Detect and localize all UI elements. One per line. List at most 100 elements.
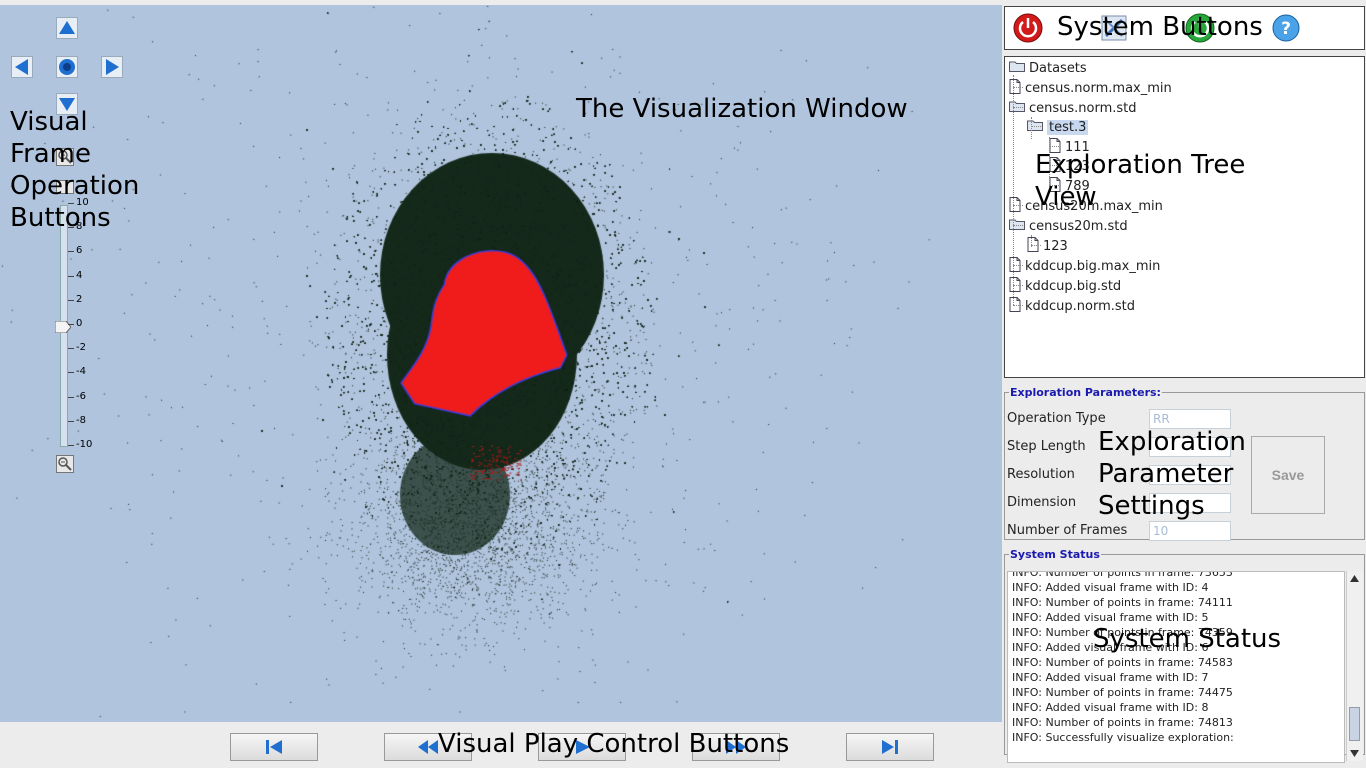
pan-down-button[interactable] [55, 92, 79, 116]
pan-right-button[interactable] [100, 55, 124, 79]
scroll-thumb[interactable] [1349, 707, 1360, 741]
save-button[interactable]: Save [1251, 436, 1325, 514]
exploration-tree[interactable]: Datasets census.norm.max_min census.norm.s… [1004, 56, 1365, 378]
tree-connector [1031, 126, 1041, 127]
tree-item-label: census.norm.max_min [1025, 80, 1172, 96]
help-icon: ? [1272, 14, 1300, 42]
scroll-up-icon[interactable] [1347, 572, 1362, 586]
tree-connector [1031, 117, 1032, 139]
tree-connector [1049, 146, 1059, 147]
tree-file[interactable]: census.norm.max_min [1009, 78, 1172, 98]
log-line: INFO: Number of points in frame: 74475 [1012, 686, 1233, 699]
tree-file[interactable]: kddcup.big.max_min [1009, 256, 1160, 276]
tree-item-label: census20m.std [1029, 218, 1128, 234]
zoom-tick-mark [68, 324, 74, 325]
param-field[interactable] [1149, 465, 1231, 485]
tree-connector [1049, 185, 1059, 186]
tree-file[interactable]: 789 [1049, 176, 1090, 196]
arrow-down-icon [56, 93, 78, 115]
status-scrollbar[interactable] [1346, 571, 1363, 761]
tree-file[interactable]: 111 [1049, 137, 1090, 157]
zoom-tick-label: -6 [76, 390, 86, 402]
power-icon [1013, 13, 1043, 43]
zoom-in-icon[interactable] [56, 148, 74, 166]
help-button[interactable]: ? [1271, 13, 1301, 43]
scatter-plot[interactable] [0, 5, 1002, 722]
log-line: INFO: Added visual frame with ID: 7 [1012, 671, 1209, 684]
zoom-toggle-icon[interactable] [56, 180, 74, 194]
zoom-tick-mark [68, 396, 74, 398]
tree-connector [1013, 305, 1023, 306]
tree-file[interactable]: 123 [1027, 236, 1068, 256]
tree-connector [1031, 245, 1041, 246]
visualization-window[interactable]: 10 8 6 4 2 0 -2 -4 -6 -8 -10 The Visualization Win… [0, 5, 1002, 722]
tree-connector [1013, 75, 1014, 305]
tree-folder[interactable]: census.norm.std [1009, 98, 1137, 118]
file-icon [1049, 156, 1061, 176]
tree-connector [1013, 285, 1023, 286]
tree-connector [1013, 107, 1023, 108]
zoom-tick-mark [68, 348, 74, 350]
play-button[interactable] [538, 733, 626, 761]
arrow-right-icon [101, 56, 123, 78]
file-icon [1027, 236, 1039, 256]
first-frame-button[interactable] [230, 733, 318, 761]
power-button[interactable] [1013, 13, 1043, 43]
param-field[interactable] [1149, 493, 1231, 513]
system-buttons-bar: ? System Buttons [1004, 6, 1365, 50]
log-line: INFO: Number of points in frame: 74359 [1012, 626, 1233, 639]
param-field[interactable] [1149, 437, 1231, 457]
tree-folder[interactable]: test.3 [1027, 117, 1089, 137]
tree-item-label: 123 [1065, 158, 1090, 174]
zoom-tick-mark [68, 203, 74, 204]
log-line: INFO: Number of points in frame: 74813 [1012, 716, 1233, 729]
log-line: INFO: Number of points in frame: 73653 [1012, 571, 1233, 579]
param-field[interactable] [1149, 521, 1231, 541]
zoom-tick-label: -10 [76, 439, 93, 450]
param-label: Resolution [1007, 467, 1075, 482]
zoom-out-icon[interactable] [56, 455, 74, 473]
param-label: Number of Frames [1007, 523, 1128, 538]
rewind-button[interactable] [384, 733, 472, 761]
zoom-tick-mark [68, 372, 74, 374]
log-line: INFO: Successfully visualize exploration… [1012, 731, 1234, 744]
tree-item-label: census20m.max_min [1025, 198, 1163, 214]
zoom-tick-mark [68, 420, 74, 422]
arrow-left-icon [11, 56, 33, 78]
last-frame-button[interactable] [846, 733, 934, 761]
folder-icon [1009, 218, 1025, 234]
tree-file[interactable]: kddcup.norm.std [1009, 296, 1135, 316]
center-icon [56, 56, 78, 78]
pan-left-button[interactable] [10, 55, 34, 79]
folder-icon [1027, 119, 1043, 135]
play-icon [576, 740, 590, 754]
param-field[interactable] [1149, 409, 1231, 429]
tree-connector [1049, 165, 1059, 166]
zoom-tick-label: 2 [76, 293, 83, 305]
reset-view-button[interactable] [55, 55, 79, 79]
tree-folder[interactable]: census20m.std [1009, 216, 1128, 236]
param-label: Operation Type [1007, 411, 1106, 426]
zoom-tick-mark [68, 227, 74, 229]
system-buttons-label: System Buttons [1057, 12, 1263, 42]
first-frame-icon [266, 740, 282, 754]
tree-root[interactable]: Datasets [1009, 58, 1087, 78]
tree-connector [1013, 225, 1023, 226]
file-icon [1009, 78, 1021, 98]
svg-text:?: ? [1281, 19, 1291, 39]
pan-up-button[interactable] [55, 16, 79, 40]
tree-item-label: 111 [1065, 139, 1090, 155]
zoom-tick-mark [68, 299, 74, 301]
log-line: INFO: Number of points in frame: 74111 [1012, 596, 1233, 609]
zoom-tick-label: -2 [76, 342, 86, 354]
system-status-panel: System Status INFO: Number of points in … [1004, 548, 1365, 763]
status-log[interactable]: INFO: Number of points in frame: 73653 IN… [1007, 571, 1345, 763]
scroll-down-icon[interactable] [1347, 746, 1362, 760]
zoom-tick-label: 4 [76, 269, 83, 281]
tree-file[interactable]: kddcup.big.std [1009, 276, 1121, 296]
tree-file[interactable]: 123 [1049, 156, 1090, 176]
tree-item-label: test.3 [1047, 119, 1089, 135]
zoom-tick-label: 0 [76, 318, 83, 329]
tree-file[interactable]: census20m.max_min [1009, 196, 1163, 216]
fast-forward-button[interactable] [692, 733, 780, 761]
